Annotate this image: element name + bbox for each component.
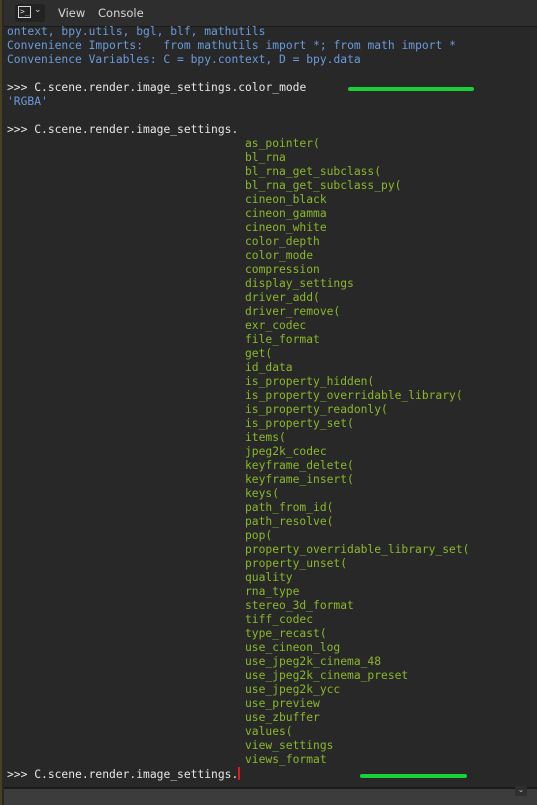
completion-item: values( [245, 725, 293, 738]
completion-item: quality [245, 571, 293, 584]
menu-console[interactable]: Console [98, 6, 144, 20]
editor-header: >_ ⌄ View Console [4, 0, 537, 27]
prompt: >>> [7, 123, 35, 136]
completion-item: items( [245, 431, 286, 444]
completion-item: type_recast( [245, 627, 327, 640]
editor-type-selector[interactable]: >_ ⌄ [15, 4, 45, 22]
completion-item: cineon_gamma [245, 207, 327, 220]
expand-icon[interactable]: ⌄ [515, 786, 527, 796]
completion-item: cineon_white [245, 221, 327, 234]
completion-item: tiff_codec [245, 613, 314, 626]
command-line: >>> C.scene.render.image_settings.color_… [7, 81, 306, 95]
menu-view[interactable]: View [58, 6, 85, 20]
completion-item: use_jpeg2k_cinema_preset [245, 669, 409, 682]
completion-item: is_property_hidden( [245, 375, 375, 388]
completion-item: rna_type [245, 585, 300, 598]
completion-item: use_jpeg2k_ycc [245, 683, 341, 696]
completion-item: driver_remove( [245, 305, 341, 318]
completion-item: get( [245, 347, 273, 360]
console-editor: >_ ⌄ View Console ontext, bpy.utils, bgl… [0, 0, 537, 805]
completion-item: display_settings [245, 277, 354, 290]
command-line: >>> C.scene.render.image_settings. [7, 123, 238, 137]
chevron-down-icon: ⌄ [34, 5, 42, 15]
completion-item: bl_rna [245, 151, 286, 164]
banner-line: Convenience Imports: from mathutils impo… [7, 39, 456, 52]
completion-item: views_format [245, 753, 327, 766]
completion-item: keyframe_delete( [245, 459, 354, 472]
completion-item: keys( [245, 487, 280, 500]
completion-item: use_zbuffer [245, 711, 320, 724]
completion-item: cineon_black [245, 193, 327, 206]
completion-item: is_property_readonly( [245, 403, 388, 416]
completion-item: file_format [245, 333, 320, 346]
annotation-marker [348, 87, 474, 91]
completion-item: keyframe_insert( [245, 473, 354, 486]
input-line[interactable]: >>> C.scene.render.image_settings. [7, 767, 241, 782]
completion-item: color_mode [245, 249, 314, 262]
completion-item: bl_rna_get_subclass_py( [245, 179, 402, 192]
banner-line: ontext, bpy.utils, bgl, blf, mathutils [7, 25, 266, 38]
completion-item: use_jpeg2k_cinema_48 [245, 655, 382, 668]
completion-item: property_overridable_library_set( [245, 543, 470, 556]
prompt: >>> [7, 81, 35, 94]
completion-item: property_unset( [245, 557, 348, 570]
completion-item: id_data [245, 361, 293, 374]
completion-item: path_from_id( [245, 501, 334, 514]
completion-item: color_depth [245, 235, 320, 248]
annotation-marker [360, 774, 467, 778]
completion-item: use_cineon_log [245, 641, 341, 654]
completion-item: bl_rna_get_subclass( [245, 165, 382, 178]
console-icon: >_ [18, 6, 31, 18]
completion-item: pop( [245, 529, 273, 542]
prompt: >>> [7, 768, 35, 781]
completion-item: driver_add( [245, 291, 320, 304]
text-cursor [238, 767, 241, 780]
completion-item: view_settings [245, 739, 334, 752]
banner-line: Convenience Variables: C = bpy.context, … [7, 53, 361, 66]
completion-item: stereo_3d_format [245, 599, 354, 612]
completion-item: is_property_set( [245, 417, 354, 430]
completion-item: compression [245, 263, 320, 276]
console-output[interactable]: ontext, bpy.utils, bgl, blf, mathutils C… [4, 25, 537, 786]
completion-item: exr_codec [245, 319, 307, 332]
result-line: 'RGBA' [7, 95, 48, 108]
command-text: C.scene.render.image_settings. [34, 123, 239, 136]
editor-footer: ⌄ [4, 786, 537, 805]
completion-item: path_resolve( [245, 515, 334, 528]
command-text: C.scene.render.image_settings.color_mode [34, 81, 307, 94]
completion-item: as_pointer( [245, 137, 320, 150]
completion-item: jpeg2k_codec [245, 445, 327, 458]
completion-item: is_property_overridable_library( [245, 389, 463, 402]
input-text: C.scene.render.image_settings. [34, 768, 239, 781]
completion-item: use_preview [245, 697, 320, 710]
